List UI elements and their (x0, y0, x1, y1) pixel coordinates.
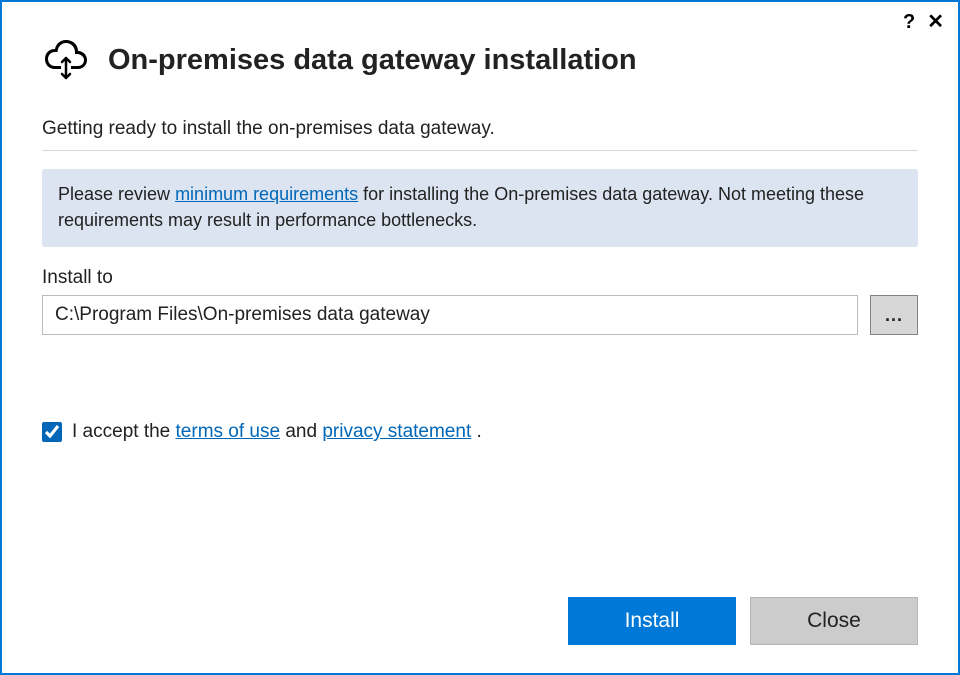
help-icon[interactable]: ? (903, 12, 915, 32)
accept-suffix: . (471, 421, 482, 442)
accept-text: I accept the terms of use and privacy st… (72, 421, 482, 443)
install-button[interactable]: Install (568, 597, 736, 645)
titlebar: ? ✕ (903, 12, 944, 32)
terms-of-use-link[interactable]: terms of use (176, 421, 281, 442)
info-text-prefix: Please review (58, 184, 175, 204)
installer-window: ? ✕ On-premises data gateway installatio… (0, 0, 960, 675)
install-path-row: ... (42, 295, 918, 335)
subtitle: Getting ready to install the on-premises… (42, 118, 918, 151)
accept-terms-row: I accept the terms of use and privacy st… (42, 421, 918, 443)
header: On-premises data gateway installation (42, 38, 918, 82)
cloud-gateway-icon (42, 38, 90, 82)
accept-prefix: I accept the (72, 421, 176, 442)
action-buttons: Install Close (568, 597, 918, 645)
accept-checkbox[interactable] (42, 422, 62, 442)
privacy-statement-link[interactable]: privacy statement (322, 421, 471, 442)
close-button[interactable]: Close (750, 597, 918, 645)
install-path-input[interactable] (42, 295, 858, 335)
content-area: On-premises data gateway installation Ge… (2, 2, 958, 673)
requirements-info: Please review minimum requirements for i… (42, 169, 918, 247)
minimum-requirements-link[interactable]: minimum requirements (175, 184, 358, 204)
close-icon[interactable]: ✕ (927, 12, 944, 32)
page-title: On-premises data gateway installation (108, 44, 637, 77)
accept-mid: and (280, 421, 322, 442)
browse-button[interactable]: ... (870, 295, 918, 335)
install-to-label: Install to (42, 267, 918, 289)
